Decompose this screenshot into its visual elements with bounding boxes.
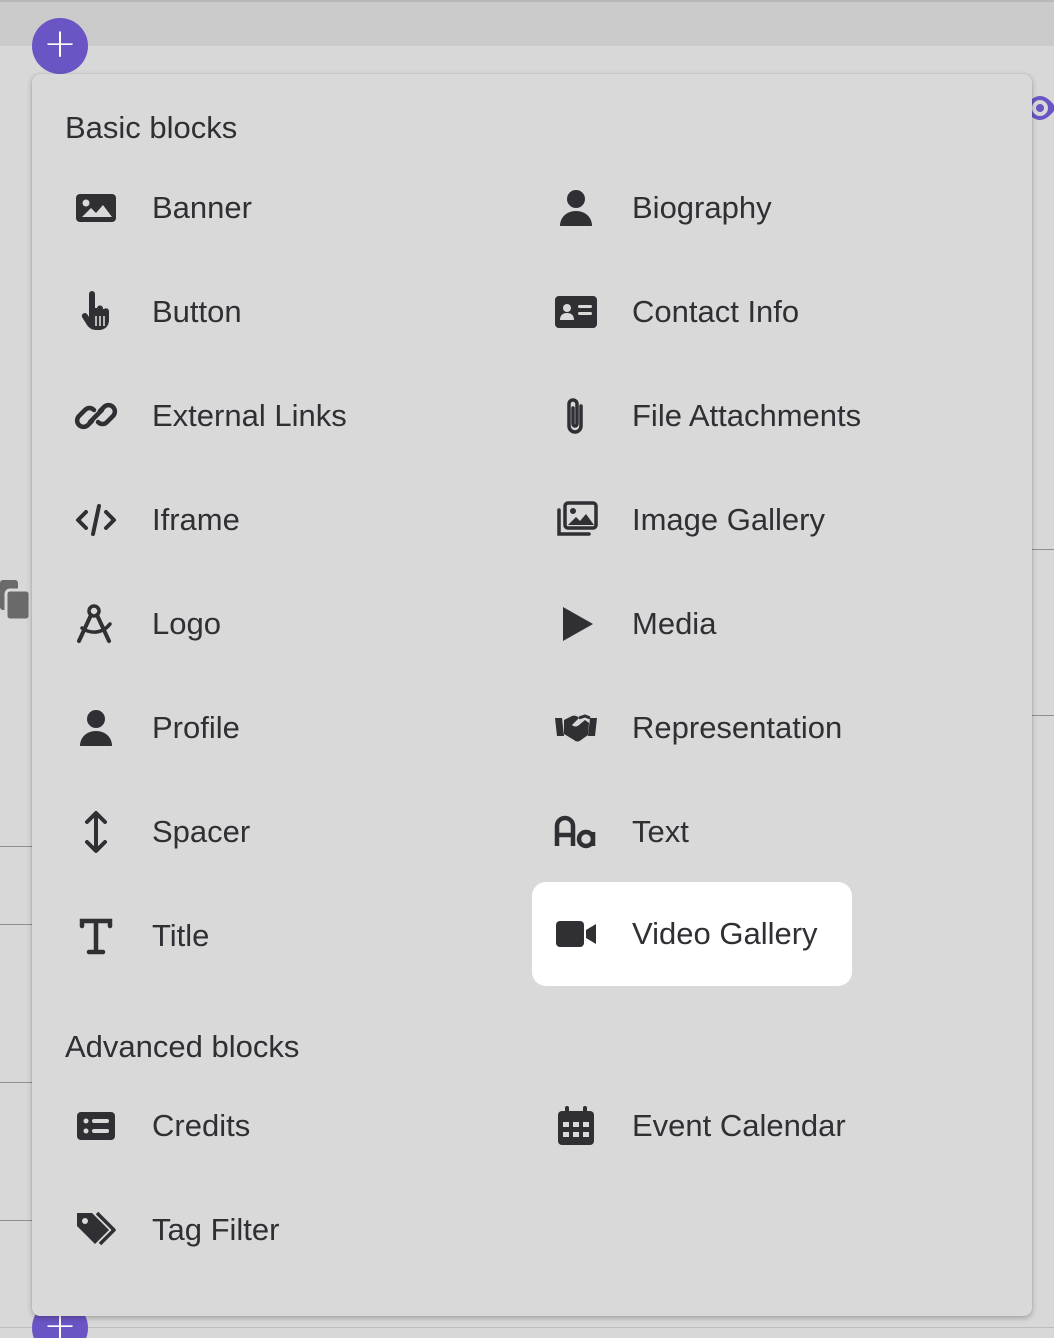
block-option-label: Button [152,294,242,329]
divider [1032,715,1054,716]
block-option-label: Tag Filter [152,1212,280,1247]
block-option-label: Iframe [152,502,240,537]
block-option-media[interactable]: Media [512,572,972,676]
section-title-basic: Basic blocks [65,110,238,145]
block-picker-menu: Basic blocks Banner Biography Button Con… [32,74,1032,1316]
block-option-credits[interactable]: Credits [32,1074,492,1178]
video-camera-icon [544,882,608,986]
divider [0,846,32,847]
user-icon [544,156,608,260]
divider [0,1220,32,1221]
block-option-label: External Links [152,398,347,433]
block-option-external-links[interactable]: External Links [32,364,492,468]
font-case-icon [544,780,608,884]
arrows-up-down-icon [64,780,128,884]
block-option-label: Credits [152,1108,251,1143]
block-option-label: Spacer [152,814,251,849]
divider [0,1327,1054,1328]
block-option-image-gallery[interactable]: Image Gallery [512,468,972,572]
user-icon [64,676,128,780]
block-option-label: Text [632,814,689,849]
editor-page: + + Basic blocks Banner Biography Button [0,0,1054,1338]
block-option-label: Profile [152,710,240,745]
block-option-label: Logo [152,606,221,641]
block-option-text[interactable]: Text [512,780,972,884]
block-option-label: File Attachments [632,398,862,433]
pointer-hand-icon [64,260,128,364]
images-icon [544,468,608,572]
divider [1032,549,1054,550]
block-option-label: Event Calendar [632,1108,846,1143]
calendar-icon [544,1074,608,1178]
copy-icon[interactable] [0,578,32,627]
block-option-label: Biography [632,190,772,225]
handshake-icon [544,676,608,780]
block-option-contact-info[interactable]: Contact Info [512,260,972,364]
block-option-label: Video Gallery [632,916,818,951]
block-option-spacer[interactable]: Spacer [32,780,492,884]
block-option-title[interactable]: Title [32,884,492,988]
image-icon [64,156,128,260]
block-option-event-calendar[interactable]: Event Calendar [512,1074,972,1178]
divider [0,924,32,925]
block-option-representation[interactable]: Representation [512,676,972,780]
block-option-video-gallery[interactable]: Video Gallery [532,882,852,986]
block-option-logo[interactable]: Logo [32,572,492,676]
block-option-banner[interactable]: Banner [32,156,492,260]
block-option-label: Title [152,918,210,953]
code-icon [64,468,128,572]
block-option-label: Contact Info [632,294,800,329]
section-title-advanced: Advanced blocks [65,1029,300,1064]
top-toolbar-strip [0,0,1054,46]
block-option-label: Representation [632,710,843,745]
block-option-iframe[interactable]: Iframe [32,468,492,572]
link-icon [64,364,128,468]
block-option-button[interactable]: Button [32,260,492,364]
block-option-profile[interactable]: Profile [32,676,492,780]
add-block-button[interactable]: + [32,18,88,74]
block-option-file-attachments[interactable]: File Attachments [512,364,972,468]
id-card-icon [544,260,608,364]
list-card-icon [64,1074,128,1178]
compass-drafting-icon [64,572,128,676]
divider [0,1082,32,1083]
block-option-label: Media [632,606,717,641]
block-option-label: Banner [152,190,252,225]
paperclip-icon [544,364,608,468]
block-option-label: Image Gallery [632,502,825,537]
tags-icon [64,1178,128,1282]
text-title-icon [64,884,128,988]
block-option-tag-filter[interactable]: Tag Filter [32,1178,492,1282]
play-icon [544,572,608,676]
block-option-biography[interactable]: Biography [512,156,972,260]
